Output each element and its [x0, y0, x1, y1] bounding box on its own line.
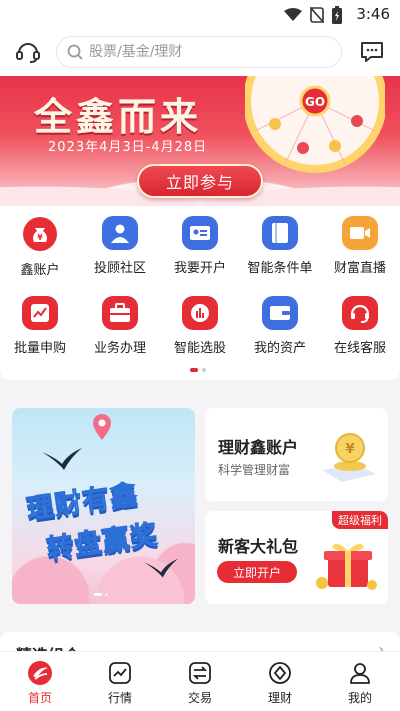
search-icon [67, 44, 83, 60]
advisor-icon [102, 216, 138, 250]
book-icon [262, 216, 298, 250]
swallow-icon [144, 558, 178, 578]
tab-label: 交易 [187, 691, 212, 705]
trend-icon [22, 296, 58, 330]
wifi-icon [284, 8, 302, 21]
status-icons [284, 6, 342, 24]
market-chart-icon [107, 660, 133, 686]
menu-label: 我的资产 [253, 341, 306, 356]
home-logo-icon [27, 660, 53, 686]
tab-label: 首页 [27, 691, 52, 705]
menu-label: 批量申购 [13, 341, 66, 356]
briefcase-icon [102, 296, 138, 330]
location-pin-icon [93, 414, 111, 440]
card-title: 新客大礼包 [218, 537, 299, 556]
menu-item-batch-subscribe[interactable]: 批量申购 [0, 286, 80, 356]
card-title: 理财鑫账户 [218, 438, 299, 457]
menu-item-xin-account[interactable]: ¥ 鑫账户 [0, 206, 80, 278]
headset-icon [342, 296, 378, 330]
tab-label: 理财 [267, 691, 292, 705]
top-header [0, 30, 400, 76]
swallow-icon [42, 448, 82, 470]
menu-item-advisor-community[interactable]: 投顾社区 [80, 206, 160, 276]
tab-label: 我的 [347, 691, 372, 705]
menu-label: 智能条件单 [247, 261, 313, 276]
tab-market[interactable]: 行情 [80, 652, 160, 711]
banner-title: 全鑫而来 [34, 94, 203, 139]
menu-item-online-service[interactable]: 在线客服 [320, 286, 400, 356]
status-time: 3:46 [356, 5, 390, 23]
tab-home[interactable]: 首页 [0, 652, 80, 711]
new-user-gift-card[interactable]: 超级福利 新客大礼包 立即开户 [205, 511, 388, 604]
wheel-promo-card[interactable]: 理财有鑫 转盘赢奖 [12, 408, 195, 604]
page-dot-active [190, 368, 198, 372]
menu-label: 投顾社区 [93, 261, 146, 276]
promo-carousel-indicator [94, 593, 108, 596]
money-bag-icon: ¥ [22, 216, 58, 252]
bottom-tab-bar: 首页 行情 交易 理财 我的 [0, 651, 400, 711]
join-now-button[interactable]: 立即参与 [137, 164, 263, 198]
quick-menu: ¥ 鑫账户 投顾社区 我要开户 智能条件单 财富直播 批量申购 业务办理 智能选… [0, 206, 400, 380]
svg-text:¥: ¥ [37, 233, 43, 242]
promo-section: 理财有鑫 转盘赢奖 理财鑫账户 科学管理财富 ¥ 超级福利 新客大礼包 立即开户 [0, 396, 400, 616]
status-bar: 3:46 [0, 0, 400, 30]
menu-label: 鑫账户 [20, 263, 60, 278]
super-benefit-badge: 超级福利 [332, 511, 388, 529]
tab-trade[interactable]: 交易 [160, 652, 240, 711]
search-input[interactable] [89, 44, 319, 60]
menu-page-indicator [190, 368, 206, 372]
user-profile-icon [347, 660, 373, 686]
menu-item-business[interactable]: 业务办理 [80, 286, 160, 356]
menu-item-my-assets[interactable]: 我的资产 [240, 286, 320, 356]
tab-wealth[interactable]: 理财 [240, 652, 320, 711]
open-account-button[interactable]: 立即开户 [217, 561, 297, 583]
tab-mine[interactable]: 我的 [320, 652, 400, 711]
svg-text:¥: ¥ [345, 442, 354, 457]
wallet-icon [262, 296, 298, 330]
wealth-diamond-icon [267, 660, 293, 686]
prize-wheel-icon: GO [245, 76, 385, 173]
no-sim-icon [310, 7, 324, 23]
menu-label: 智能选股 [173, 341, 226, 356]
search-bar[interactable] [56, 36, 342, 68]
menu-label: 业务办理 [93, 341, 146, 356]
battery-icon [332, 6, 342, 24]
trade-arrows-icon [187, 660, 213, 686]
menu-item-smart-stock-pick[interactable]: 智能选股 [160, 286, 240, 356]
menu-item-open-account[interactable]: 我要开户 [160, 206, 240, 276]
message-icon[interactable] [358, 38, 386, 66]
banner-date: 2023年4月3日-4月28日 [48, 140, 208, 155]
card-subtitle: 科学管理财富 [218, 463, 291, 477]
menu-label: 在线客服 [333, 341, 386, 356]
video-icon [342, 216, 378, 250]
id-card-icon [182, 216, 218, 250]
gift-box-icon [316, 543, 377, 590]
customer-service-icon[interactable] [14, 38, 42, 66]
stock-pick-icon [182, 296, 218, 330]
promo-dot-active [94, 593, 102, 596]
menu-item-wealth-live[interactable]: 财富直播 [320, 206, 400, 276]
coin-icon: ¥ [322, 433, 376, 482]
promo-dot [105, 593, 108, 596]
promo-banner[interactable]: 全鑫而来 2023年4月3日-4月28日 GO 立即参与 [0, 76, 400, 206]
xin-account-card[interactable]: 理财鑫账户 科学管理财富 ¥ [205, 408, 388, 501]
page-dot [202, 368, 206, 372]
menu-label: 财富直播 [333, 261, 386, 276]
wheel-go-label: GO [305, 95, 325, 109]
tab-label: 行情 [107, 691, 132, 705]
menu-label: 我要开户 [173, 261, 226, 276]
menu-item-smart-order[interactable]: 智能条件单 [240, 206, 320, 276]
